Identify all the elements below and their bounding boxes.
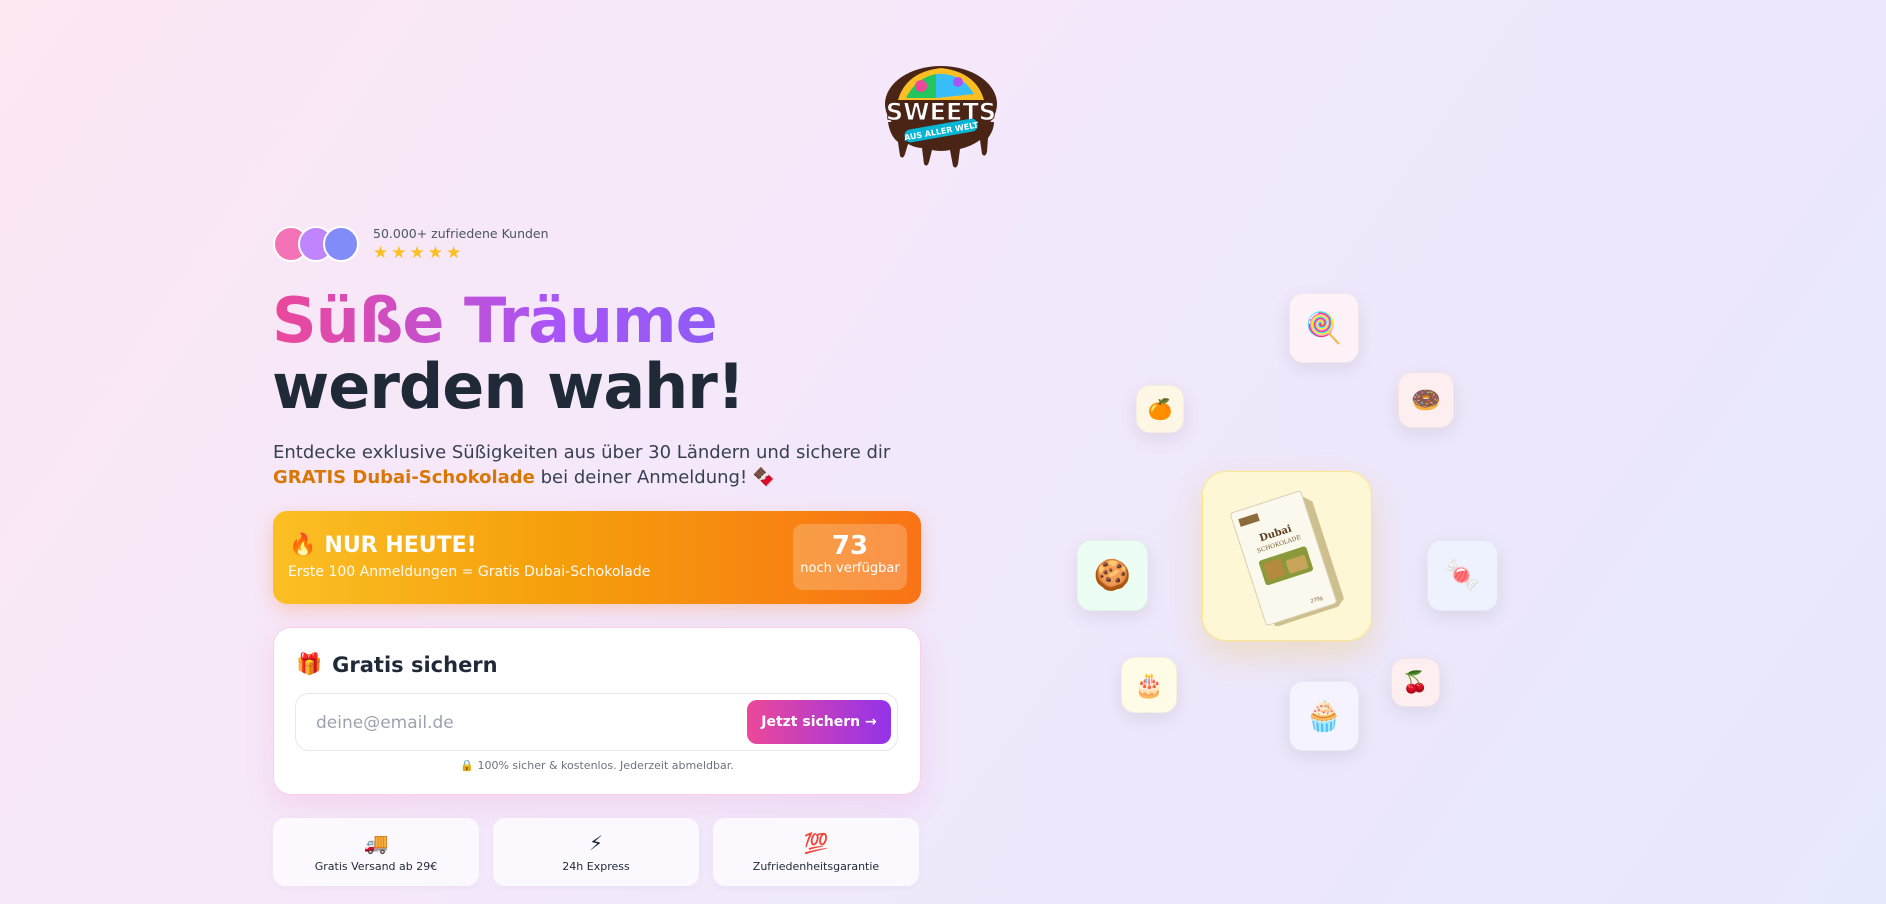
gift-icon: 🎁 — [296, 652, 323, 676]
email-input[interactable] — [316, 706, 736, 740]
brand-logo[interactable]: SWEETS AUS ALLER WELT — [876, 60, 1006, 172]
feature-express: ⚡ 24h Express — [493, 818, 699, 886]
cookie-tile: 🍪 — [1077, 540, 1148, 611]
star-icon: ★ — [373, 243, 389, 263]
rating-stars: ★ ★ ★ ★ ★ — [373, 245, 549, 262]
logo-wordmark: SWEETS — [886, 98, 996, 126]
orange-tile: 🍊 — [1136, 385, 1184, 433]
star-icon: ★ — [409, 243, 425, 263]
cherry-icon: 🍒 — [1402, 670, 1429, 694]
donut-tile: 🍩 — [1398, 372, 1454, 428]
cake-tile: 🎂 — [1121, 657, 1177, 713]
social-proof: 50.000+ zufriedene Kunden ★ ★ ★ ★ ★ — [273, 226, 549, 262]
chocolate-box-image: Dubai SCHOKOLADE 270g — [1230, 490, 1344, 626]
cupcake-icon: 🧁 — [1305, 698, 1343, 734]
hero-headline: Süße Träume werden wahr! — [272, 288, 745, 423]
subtitle-text: Entdecke exklusive Süßigkeiten aus über … — [273, 442, 891, 463]
feature-label: Zufriedenheitsgarantie — [752, 860, 880, 873]
star-icon: ★ — [427, 243, 443, 263]
submit-button[interactable]: Jetzt sichern → — [747, 700, 891, 744]
signup-card: 🎁 Gratis sichern Jetzt sichern → 🔒 100% … — [273, 627, 921, 795]
headline-line-1: Süße Träume — [272, 288, 744, 354]
orange-icon: 🍊 — [1147, 397, 1173, 421]
lightning-icon: ⚡ — [588, 831, 604, 855]
customer-count: 50.000+ zufriedene Kunden — [373, 226, 549, 241]
candy-tile: 🍬 — [1427, 540, 1498, 611]
feature-label: Gratis Versand ab 29€ — [314, 860, 438, 873]
banner-subtitle: Erste 100 Anmeldungen = Gratis Dubai-Sch… — [288, 564, 651, 580]
signup-title: Gratis sichern — [332, 652, 498, 677]
subtitle-text-end: bei deiner Anmeldung! 🍫 — [534, 467, 776, 488]
urgency-banner: 🔥 NUR HEUTE! Erste 100 Anmeldungen = Gra… — [273, 511, 921, 604]
cake-icon: 🎂 — [1134, 671, 1164, 699]
feature-list: 🚚 Gratis Versand ab 29€ ⚡ 24h Express 💯 … — [273, 818, 919, 886]
lollipop-icon: 🍭 — [1305, 310, 1343, 346]
feature-label: 24h Express — [562, 860, 630, 873]
cookie-icon: 🍪 — [1093, 558, 1132, 593]
lollipop-tile: 🍭 — [1289, 293, 1359, 363]
hundred-icon: 💯 — [803, 831, 829, 855]
signup-form: Jetzt sichern → — [295, 693, 898, 751]
cherry-tile: 🍒 — [1391, 658, 1440, 707]
availability-counter: 73 noch verfügbar — [793, 524, 907, 590]
cupcake-tile: 🧁 — [1289, 681, 1359, 751]
avatar — [323, 226, 359, 262]
customer-avatars — [273, 226, 359, 262]
security-note: 🔒 100% sicher & kostenlos. Jederzeit abm… — [460, 759, 734, 772]
headline-line-2: werden wahr! — [272, 350, 745, 423]
truck-icon: 🚚 — [363, 831, 389, 855]
fire-icon: 🔥 — [289, 533, 317, 558]
counter-value: 73 — [831, 531, 869, 561]
candy-icon: 🍬 — [1443, 558, 1482, 593]
star-icon: ★ — [391, 243, 407, 263]
hero-subtitle: Entdecke exklusive Süßigkeiten aus über … — [273, 440, 913, 490]
donut-icon: 🍩 — [1411, 386, 1441, 414]
counter-label: noch verfügbar — [800, 561, 900, 576]
product-showcase[interactable]: Dubai SCHOKOLADE 270g — [1202, 471, 1372, 641]
star-icon: ★ — [446, 243, 462, 263]
subtitle-highlight: GRATIS Dubai-Schokolade — [273, 467, 535, 488]
banner-title: NUR HEUTE! — [324, 533, 477, 558]
feature-shipping: 🚚 Gratis Versand ab 29€ — [273, 818, 479, 886]
feature-guarantee: 💯 Zufriedenheitsgarantie — [713, 818, 919, 886]
